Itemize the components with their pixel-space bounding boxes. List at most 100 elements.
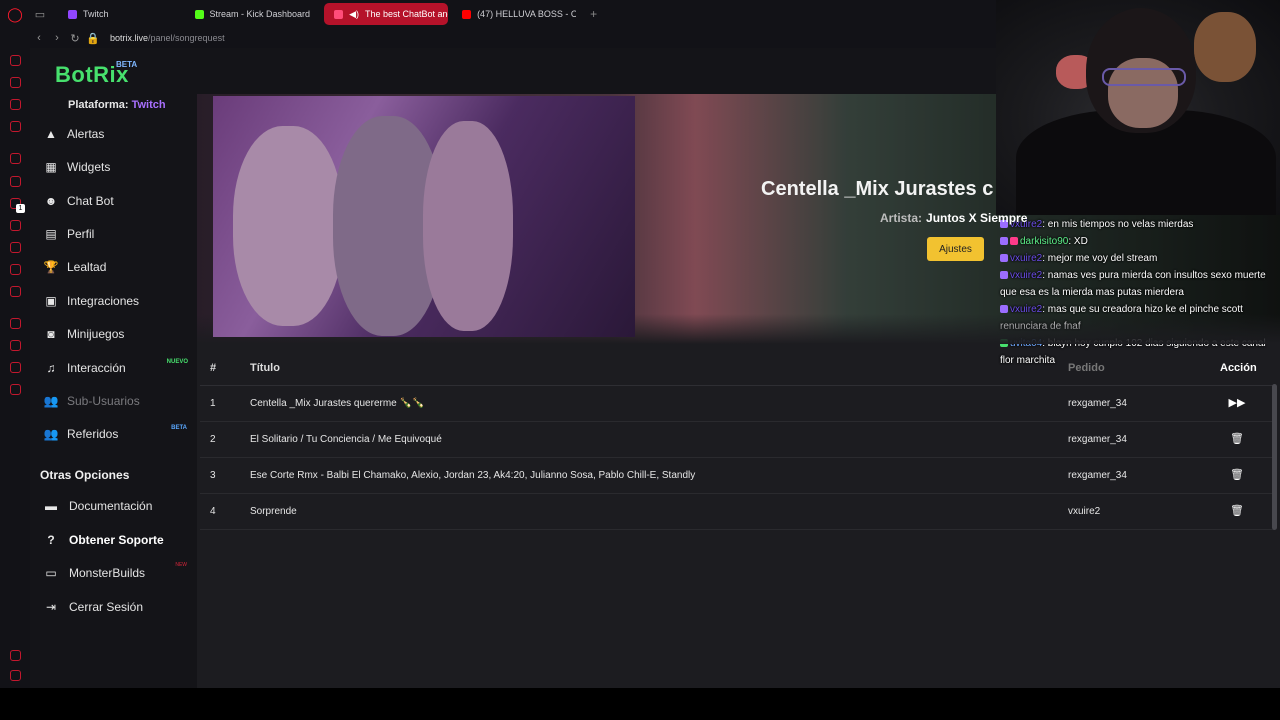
sidebar-item-documentaci-n[interactable]: ▬ Documentación [30,492,197,520]
sidebar-item-label: Lealtad [67,260,107,274]
chat-username: vxuire2 [1010,253,1043,264]
sidebar-item-sub-usuarios[interactable]: 👥 Sub-Usuarios [30,387,197,415]
app-sidebar: Plataforma: Twitch ▲ Alertas ▦ Widgets ☻ Chat… [30,94,197,688]
music-icon: ♫ [46,361,56,375]
now-playing-artist: Artista: Juntos X Siempre [880,211,1027,225]
sidebar-item-monsterbuilds[interactable]: ▭ MonsterBuilds NEW [30,559,197,587]
performer-figure [423,121,513,331]
queue-number: 2 [210,434,216,445]
audio-icon[interactable]: ◀) [349,9,359,20]
workspace-icon[interactable]: ▭ [30,8,50,21]
sidebar-app-icon[interactable] [10,121,21,132]
table-row: 1 Centella _Mix Jurastes quererme 🍾🍾 rexga… [200,386,1274,422]
requester-name: rexgamer_34 [1068,398,1127,409]
other-options-heading: Otras Opciones [40,468,130,482]
chat-overlay: vxuire2 : en mis tiempos no velas mierdas… [1000,216,1280,369]
sidebar-item-label: MonsterBuilds [69,566,146,580]
sidebar-item-cerrar-sesi-n[interactable]: ⇥ Cerrar Sesión [30,593,197,621]
video-player[interactable] [213,96,635,337]
sidebar-item-lealtad[interactable]: 🏆 Lealtad [30,253,197,281]
table-row: 4 Sorprende vxuire2 🗑 [200,494,1274,530]
trophy-icon: 🏆 [43,260,59,274]
glasses [1102,68,1186,86]
opera-logo-icon[interactable]: ◯ [0,0,30,28]
sidebar-item-minijuegos[interactable]: ◙ Minijuegos [30,320,197,348]
sidebar-item-widgets[interactable]: ▦ Widgets [30,153,197,181]
chat-text: : en mis tiempos no velas mierdas [1042,219,1194,230]
sidebar-app-icon[interactable] [10,362,21,373]
requester-name: rexgamer_34 [1068,470,1127,481]
sidebar-item-label: Cerrar Sesión [69,600,144,614]
twitch-favicon-icon [68,9,77,19]
sidebar-app-icon[interactable] [10,55,21,66]
forward-icon[interactable]: › [48,32,66,44]
sidebar-app-icon[interactable] [10,670,21,681]
trash-icon[interactable]: 🗑 [1220,432,1254,445]
sidebar-app-icon[interactable] [10,340,21,351]
webcam-overlay [996,0,1280,215]
sidebar-item-interacci-n[interactable]: ♫ Interacción NUEVO [30,354,197,382]
sidebar-app-icon[interactable] [10,220,21,231]
chat-username: vxuire2 [1010,270,1043,281]
tab-twitch[interactable]: Twitch [58,3,119,25]
sidebar-app-icon[interactable] [10,384,21,395]
app-header: BotRix BETA [30,48,1000,94]
sidebar-item-chat-bot[interactable]: ☻ Chat Bot [30,187,197,215]
song-queue-table: # Título Pedido Acción 1 Centella _Mix Ju… [200,350,1274,530]
browser-sidebar: 1 [0,28,30,688]
trash-icon[interactable]: 🗑 [1220,468,1254,481]
chat-username: darkisito90 [1020,236,1069,247]
sidebar-app-icon[interactable] [10,99,21,110]
tab-label: The best ChatBot and [364,9,449,19]
settings-button[interactable]: Ajustes [927,237,984,261]
back-icon[interactable]: ‹ [30,32,48,44]
song-title: El Solitario / Tu Conciencia / Me Equivo… [250,434,442,445]
trash-icon[interactable]: 🗑 [1220,504,1254,517]
screen: ◯ ▭ Twitch Stream - Kick Dashboard ◀) The… [0,0,1280,720]
tab-label: (47) HELLUVA BOSS - OE [477,9,577,19]
queue-number: 4 [210,506,216,517]
sidebar-badge: NUEVO [166,359,188,365]
gamepad-icon: ◙ [47,327,55,341]
chat-message: vxuire2: mejor me voy del stream [1000,250,1280,267]
chat-badge-icon [1000,271,1008,279]
robot-icon: ☻ [44,194,58,208]
beta-badge: BETA [116,60,138,69]
table-row: 2 El Solitario / Tu Conciencia / Me Equiv… [200,422,1274,458]
plus-icon: + [590,7,598,21]
skip-icon[interactable]: ▶▶ [1220,396,1254,409]
sidebar-app-icon[interactable] [10,153,21,164]
queue-number: 3 [210,470,216,481]
sidebar-app-icon[interactable] [10,77,21,88]
sidebar-item-referidos[interactable]: 👥 Referidos BETA [30,420,197,448]
sidebar-item-perfil[interactable]: ▤ Perfil [30,220,197,248]
tab-botrix[interactable]: ◀) The best ChatBot and [324,3,449,25]
chat-badge-icon [1000,237,1008,245]
sidebar-app-icon[interactable] [10,650,21,661]
url-host: botrix.live [110,33,149,43]
url-field[interactable]: botrix.live/panel/songrequest [110,33,225,43]
reload-icon[interactable]: ↻ [66,32,84,45]
sidebar-item-label: Obtener Soporte [69,533,164,547]
sidebar-item-label: Minijuegos [67,327,125,341]
new-tab-button[interactable]: + [580,3,607,25]
sidebar-item-label: Chat Bot [67,194,114,208]
sidebar-badge: BETA [171,425,187,431]
sidebar-app-icon[interactable] [10,242,21,253]
queue-scrollbar[interactable] [1272,384,1277,530]
chat-message: vxuire2: namas ves pura mierda con insul… [1000,267,1280,301]
sidebar-app-icon[interactable] [10,318,21,329]
tab-youtube[interactable]: (47) HELLUVA BOSS - OE [452,3,576,25]
sidebar-app-icon[interactable] [10,286,21,297]
sidebar-item-alertas[interactable]: ▲ Alertas [30,120,197,148]
chat-badge-icon [1000,305,1008,313]
sidebar-app-icon[interactable] [10,176,21,187]
address-bar: ‹ › ↻ 🔒 botrix.live/panel/songrequest [30,28,1000,48]
artist-label: Artista: [880,211,923,225]
sidebar-item-integraciones[interactable]: ▣ Integraciones [30,287,197,315]
tab-kick-dashboard[interactable]: Stream - Kick Dashboard [185,3,321,25]
sidebar-item-obtener-soporte[interactable]: ? Obtener Soporte [30,526,197,554]
sidebar-app-icon[interactable] [10,264,21,275]
botrix-favicon-icon [334,9,344,19]
queue-number: 1 [210,398,216,409]
